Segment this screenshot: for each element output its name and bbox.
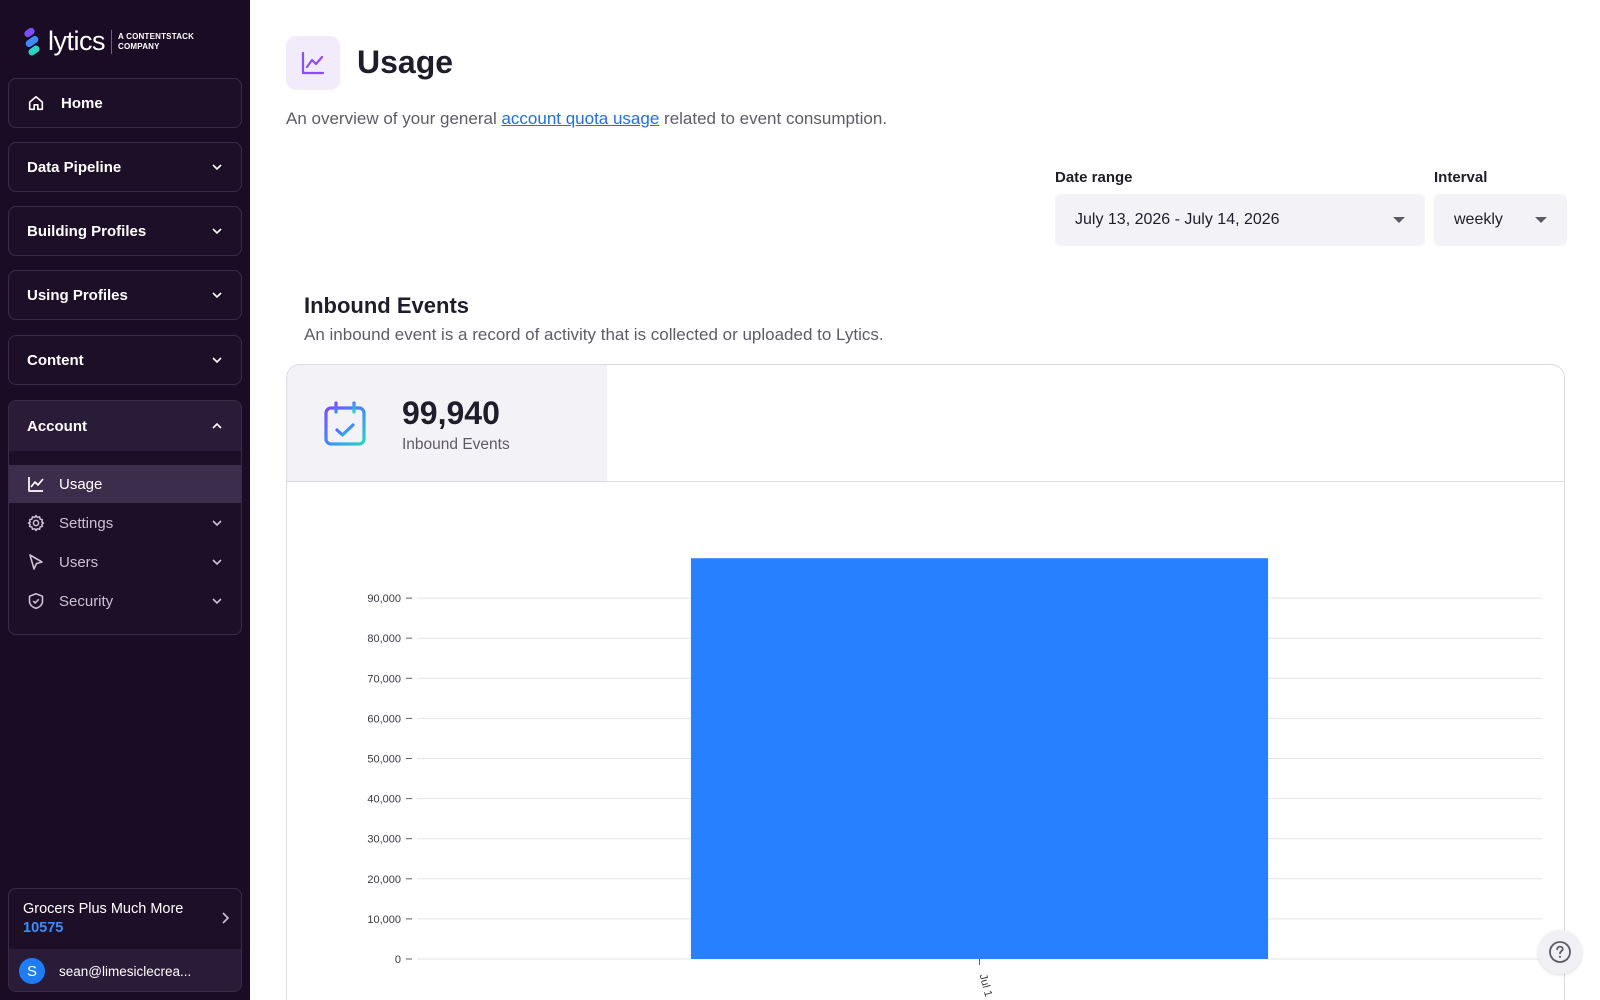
nav-security[interactable]: Security [9,582,241,620]
caret-down-icon [1535,217,1547,223]
user-menu[interactable]: S sean@limesiclecrea... [9,949,241,991]
help-button[interactable] [1538,930,1582,974]
bar [690,558,1269,959]
nav-usage[interactable]: Usage [9,465,241,503]
question-icon [1549,941,1571,963]
x-tick-label: Jul 1 [977,973,995,999]
chevron-down-icon [212,357,222,364]
nav-data-pipeline-label: Data Pipeline [27,158,122,176]
usage-title-icon [286,36,340,90]
nav-account[interactable]: Account [9,401,241,451]
account-switcher: Grocers Plus Much More 10575 S sean@lime… [8,888,242,992]
inbound-events-chart: 0 10,000 20,000 30,000 40,000 50,000 60,000 70,… [367,558,1542,999]
logo-tagline-line1: A CONTENTSTACK [118,31,195,41]
chevron-up-icon [212,422,222,429]
inbound-events-card: 99,940 Inbound Events 0 10,000 20,000 30,00… [286,364,1565,1000]
chevron-right-icon [222,912,230,924]
nav-account-group: Account Usage Settings Users Security [8,400,242,635]
chevron-down-icon [212,520,222,527]
shield-icon [27,592,45,610]
inbound-events-title: Inbound Events [304,293,469,318]
y-tick-label: 0 [395,954,401,966]
nav-content[interactable]: Content [8,335,242,385]
nav-using-profiles-label: Using Profiles [27,286,128,304]
lytics-logo[interactable]: lytics A CONTENTSTACK COMPANY [22,25,198,57]
date-range-select[interactable]: July 13, 2026 - July 14, 2026 [1055,194,1425,246]
nav-data-pipeline[interactable]: Data Pipeline [8,142,242,192]
page-description: An overview of your general account quot… [286,109,887,129]
cursor-icon [27,553,45,571]
chevron-down-icon [212,559,222,566]
inbound-events-description: An inbound event is a record of activity… [304,325,884,344]
org-switcher[interactable]: Grocers Plus Much More 10575 [9,889,241,949]
chevron-down-icon [212,292,222,299]
account-quota-usage-link[interactable]: account quota usage [501,109,659,128]
y-tick-label: 80,000 [367,633,401,645]
interval-select[interactable]: weekly [1434,194,1567,246]
gear-icon [27,514,45,532]
user-email: sean@limesiclecrea... [59,963,192,979]
nav-building-profiles-label: Building Profiles [27,222,147,240]
nav-home-label: Home [61,94,103,112]
page-description-after: related to event consumption. [659,109,888,128]
date-range-value: July 13, 2026 - July 14, 2026 [1075,211,1280,228]
chevron-down-icon [212,598,222,605]
nav-usage-label: Usage [59,475,103,493]
nav-security-label: Security [59,592,114,610]
logo-divider [111,29,112,54]
y-tick-label: 40,000 [367,794,401,806]
y-tick-label: 60,000 [367,713,401,725]
date-range-label: Date range [1055,169,1133,186]
line-chart-icon [27,475,45,493]
interval-value: weekly [1454,211,1503,228]
lytics-logo-mark [22,25,44,57]
nav-home[interactable]: Home [8,78,242,128]
nav-settings-label: Settings [59,514,114,532]
y-tick-label: 30,000 [367,834,401,846]
nav-using-profiles[interactable]: Using Profiles [8,270,242,320]
nav-content-label: Content [27,351,84,369]
chevron-down-icon [212,228,222,235]
sidebar: lytics A CONTENTSTACK COMPANY Home Data … [0,0,250,1000]
logo-tagline: A CONTENTSTACK COMPANY [118,32,198,52]
org-id: 10575 [23,920,64,936]
logo-wordmark: lytics [48,26,106,56]
caret-down-icon [1393,217,1405,223]
nav-building-profiles[interactable]: Building Profiles [8,206,242,256]
logo-tagline-line2: COMPANY [118,41,160,51]
nav-users-label: Users [59,553,99,571]
chevron-down-icon [212,164,222,171]
y-tick-label: 50,000 [367,754,401,766]
nav-users[interactable]: Users [9,543,241,581]
avatar: S [19,958,45,984]
org-name: Grocers Plus Much More [23,901,184,917]
y-tick-label: 10,000 [367,914,401,926]
page-title: Usage [357,44,454,80]
nav-settings[interactable]: Settings [9,504,241,542]
page-description-before: An overview of your general [286,109,502,128]
nav-account-label: Account [27,417,87,435]
y-tick-label: 90,000 [367,593,401,605]
home-icon [28,95,44,111]
line-chart-icon [301,51,325,75]
interval-label: Interval [1434,169,1488,186]
y-tick-label: 20,000 [367,874,401,886]
y-tick-label: 70,000 [367,673,401,685]
